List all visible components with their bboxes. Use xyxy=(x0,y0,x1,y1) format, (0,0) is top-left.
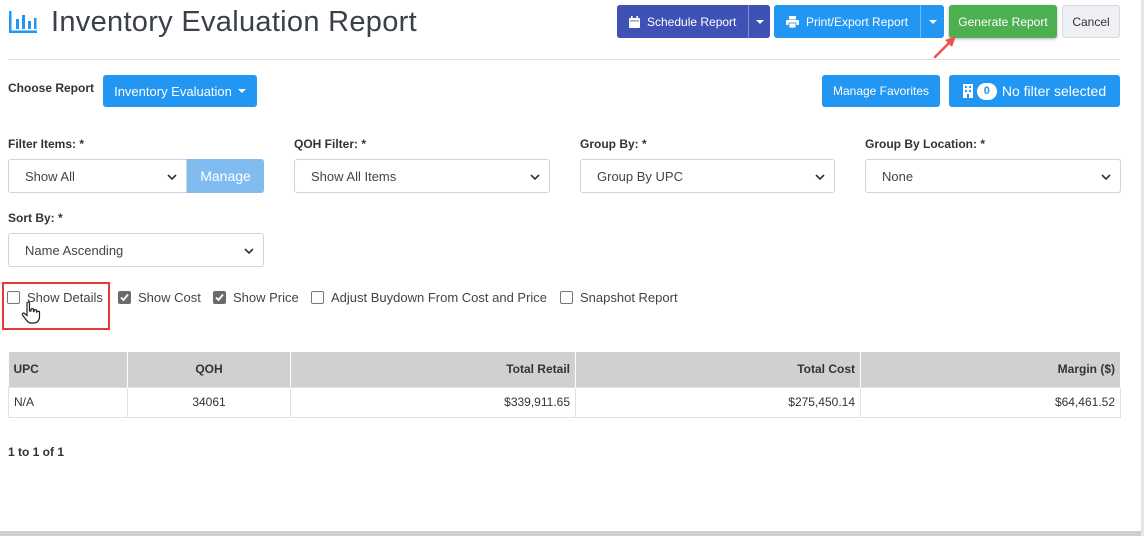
checkbox-box[interactable] xyxy=(560,291,573,304)
filter-status-label: No filter selected xyxy=(1001,83,1107,99)
report-table: UPC QOH Total Retail Total Cost Margin (… xyxy=(8,352,1121,418)
choose-report-value: Inventory Evaluation xyxy=(114,83,232,99)
pagination-summary: 1 to 1 of 1 xyxy=(8,445,65,459)
show-price-checkbox[interactable]: Show Price xyxy=(213,290,299,305)
qoh-filter-value: Show All Items xyxy=(311,168,397,184)
schedule-report-button-group: Schedule Report xyxy=(617,5,770,38)
column-header-margin[interactable]: Margin ($) xyxy=(860,352,1121,387)
check-icon xyxy=(215,293,224,302)
filter-count-badge: 0 xyxy=(976,82,997,100)
cell-qoh: 34061 xyxy=(127,386,291,418)
group-by-label: Group By: * xyxy=(580,137,647,151)
caret-down-icon xyxy=(755,19,764,24)
chevron-down-icon xyxy=(530,174,540,181)
sort-by-label: Sort By: * xyxy=(8,211,63,225)
column-header-upc[interactable]: UPC xyxy=(8,352,128,387)
manage-filter-button[interactable]: Manage xyxy=(187,159,264,193)
group-by-value: Group By UPC xyxy=(597,168,683,184)
group-by-location-select[interactable]: None xyxy=(865,159,1121,193)
cell-margin: $64,461.52 xyxy=(860,386,1121,418)
column-header-total-cost[interactable]: Total Cost xyxy=(575,352,861,387)
calendar-icon xyxy=(629,15,640,28)
cancel-button[interactable]: Cancel xyxy=(1062,5,1120,38)
caret-down-icon xyxy=(237,89,246,93)
arrow-annotation-icon xyxy=(933,36,956,59)
chevron-down-icon xyxy=(1101,174,1111,181)
print-export-button-group: Print/Export Report xyxy=(774,5,944,38)
filter-items-select[interactable]: Show All xyxy=(8,159,187,193)
choose-report-label: Choose Report xyxy=(8,81,95,95)
horizontal-scrollbar[interactable] xyxy=(0,531,1144,536)
schedule-report-label: Schedule Report xyxy=(647,14,737,29)
group-by-select[interactable]: Group By UPC xyxy=(580,159,835,193)
cell-upc: N/A xyxy=(8,386,128,418)
qoh-filter-label: QOH Filter: * xyxy=(294,137,367,151)
print-icon xyxy=(786,15,799,28)
cell-total-retail: $339,911.65 xyxy=(290,386,576,418)
generate-report-button[interactable]: Generate Report xyxy=(949,5,1057,38)
show-cost-label: Show Cost xyxy=(138,290,201,305)
snapshot-report-checkbox[interactable]: Snapshot Report xyxy=(560,290,678,305)
filter-selection-button[interactable]: 0 No filter selected xyxy=(949,75,1120,107)
divider xyxy=(8,59,1120,60)
chevron-down-icon xyxy=(244,248,254,255)
filter-items-label: Filter Items: * xyxy=(8,137,85,151)
group-by-location-label: Group By Location: * xyxy=(865,137,985,151)
print-export-label: Print/Export Report xyxy=(806,14,909,29)
group-by-location-value: None xyxy=(882,168,914,184)
checkbox-box[interactable] xyxy=(118,291,131,304)
checkbox-box[interactable] xyxy=(7,291,20,304)
filter-items-value: Show All xyxy=(25,168,75,184)
sort-by-select[interactable]: Name Ascending xyxy=(8,233,264,267)
sort-by-value: Name Ascending xyxy=(25,242,124,258)
table-row: N/A 34061 $339,911.65 $275,450.14 $64,46… xyxy=(8,386,1121,418)
print-export-button[interactable]: Print/Export Report xyxy=(774,5,921,38)
adjust-buydown-checkbox[interactable]: Adjust Buydown From Cost and Price xyxy=(311,290,547,305)
show-cost-checkbox[interactable]: Show Cost xyxy=(118,290,201,305)
checkbox-box[interactable] xyxy=(311,291,324,304)
page-title: Inventory Evaluation Report xyxy=(51,6,417,38)
qoh-filter-select[interactable]: Show All Items xyxy=(294,159,550,193)
show-price-label: Show Price xyxy=(233,290,299,305)
building-icon xyxy=(962,84,973,98)
checkbox-box[interactable] xyxy=(213,291,226,304)
hand-cursor-icon xyxy=(21,301,41,324)
cell-total-cost: $275,450.14 xyxy=(575,386,861,418)
schedule-report-button[interactable]: Schedule Report xyxy=(617,5,749,38)
caret-down-icon xyxy=(928,19,937,24)
chevron-down-icon xyxy=(815,174,825,181)
table-header-row: UPC QOH Total Retail Total Cost Margin (… xyxy=(8,352,1121,387)
schedule-report-dropdown[interactable] xyxy=(748,5,770,38)
adjust-buydown-label: Adjust Buydown From Cost and Price xyxy=(331,290,548,305)
check-icon xyxy=(120,293,129,302)
column-header-qoh[interactable]: QOH xyxy=(127,352,291,387)
choose-report-dropdown[interactable]: Inventory Evaluation xyxy=(103,75,257,107)
manage-favorites-button[interactable]: Manage Favorites xyxy=(822,75,940,107)
snapshot-report-label: Snapshot Report xyxy=(580,290,678,305)
column-header-total-retail[interactable]: Total Retail xyxy=(290,352,576,387)
bar-chart-icon xyxy=(9,11,37,33)
chevron-down-icon xyxy=(167,174,177,181)
